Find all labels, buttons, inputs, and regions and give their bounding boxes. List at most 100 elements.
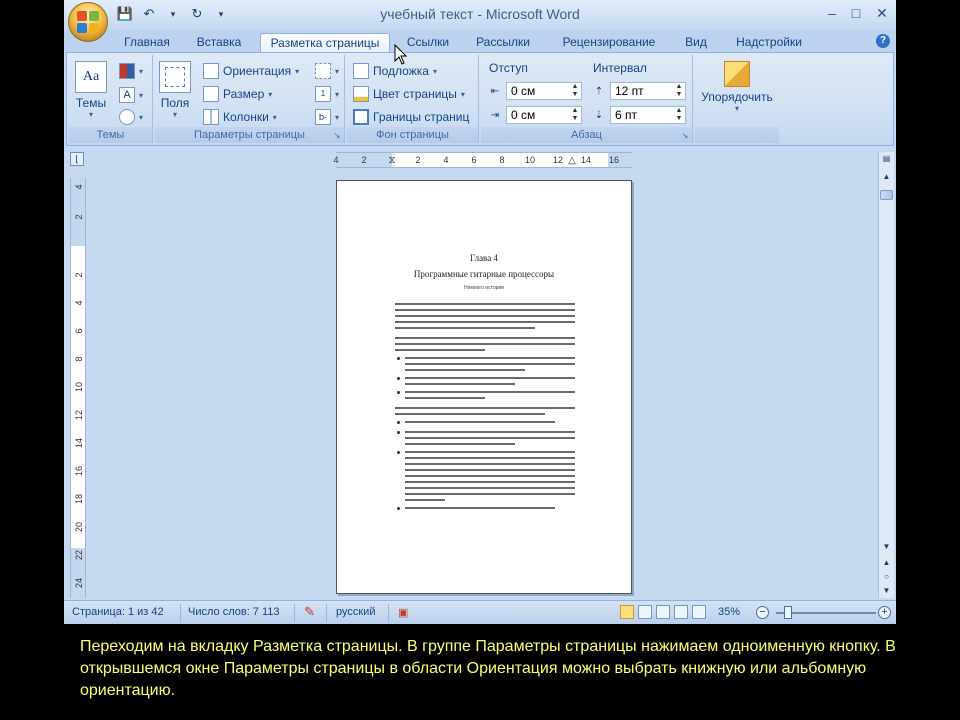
- ruler-tick: 14: [580, 155, 592, 165]
- spinner-arrows-icon[interactable]: ▲ ▼: [570, 83, 580, 99]
- ruler-tick: 18: [74, 494, 84, 505]
- size-button[interactable]: Размер ▾: [203, 84, 272, 104]
- tab-addins[interactable]: Надстройки: [728, 33, 810, 52]
- title-bar: 💾 ↶ ▾ ↻ ▾ учебный текст - Microsoft Word…: [64, 0, 896, 30]
- maximize-button[interactable]: □: [844, 4, 868, 22]
- macro-record-icon[interactable]: ▣: [398, 606, 408, 619]
- ruler-tick: 12: [74, 410, 84, 421]
- breaks-button[interactable]: ▾: [315, 61, 339, 81]
- tab-review[interactable]: Рецензирование: [550, 33, 668, 52]
- spacing-label: Интервал: [593, 61, 647, 75]
- themes-button[interactable]: Aa Темы ▾: [75, 61, 107, 119]
- ruler-tick: 2: [415, 155, 421, 165]
- zoom-slider-thumb[interactable]: [784, 606, 792, 619]
- spinner-arrows-icon[interactable]: ▲ ▼: [570, 107, 580, 123]
- ruler-tick: 4: [74, 184, 84, 190]
- margins-button-label: Поля: [160, 96, 190, 110]
- tab-page-layout[interactable]: Разметка страницы: [260, 33, 390, 52]
- chevron-down-icon: ▾: [268, 89, 273, 99]
- page-setup-dialog-launcher[interactable]: ↘: [332, 131, 342, 141]
- tab-references[interactable]: Ссылки: [400, 33, 456, 52]
- indent-marker-icon[interactable]: ⧖: [388, 155, 395, 166]
- hyphenation-button[interactable]: b- ▾: [315, 107, 339, 127]
- web-layout-view-icon[interactable]: [656, 605, 670, 619]
- zoom-level[interactable]: 35%: [718, 606, 740, 618]
- arrange-button[interactable]: Упорядочить ▾: [699, 61, 775, 113]
- tab-insert[interactable]: Вставка: [188, 33, 250, 52]
- text-line: [405, 457, 575, 459]
- right-indent-marker-icon[interactable]: △: [568, 155, 576, 166]
- tab-mailings[interactable]: Рассылки: [468, 33, 538, 52]
- tab-view[interactable]: Вид: [678, 33, 714, 52]
- list-bullet: [397, 357, 400, 360]
- horizontal-ruler[interactable]: 4 2 ⧖ 2 4 6 8 10 12 △ 14 16: [333, 152, 632, 168]
- print-layout-view-icon[interactable]: [620, 605, 634, 619]
- help-icon[interactable]: ?: [876, 34, 890, 48]
- office-button[interactable]: [68, 2, 108, 42]
- previous-page-icon[interactable]: ▲: [879, 556, 894, 570]
- spacing-before-icon: ⇡: [594, 85, 604, 97]
- ruler-tick: 10: [74, 382, 84, 393]
- scrollbar-thumb[interactable]: [880, 190, 893, 200]
- spinner-arrows-icon[interactable]: ▲ ▼: [674, 83, 684, 99]
- text-line: [405, 377, 575, 379]
- columns-button[interactable]: Колонки ▾: [203, 107, 277, 127]
- text-line: [395, 303, 575, 305]
- chevron-down-icon: ▾: [460, 89, 465, 99]
- page-background-group: Подложка ▾ Цвет страницы ▾ Границы стран…: [347, 55, 479, 143]
- theme-effects-icon: [119, 109, 135, 125]
- tutorial-caption: Переходим на вкладку Разметка страницы. …: [80, 638, 896, 699]
- full-screen-reading-view-icon[interactable]: [638, 605, 652, 619]
- columns-label: Колонки: [223, 110, 269, 124]
- outline-view-icon[interactable]: [674, 605, 688, 619]
- indent-label: Отступ: [489, 61, 528, 75]
- ruler-tick: 20: [74, 522, 84, 533]
- theme-colors-button[interactable]: ▾: [119, 61, 143, 81]
- next-page-icon[interactable]: ▼: [879, 584, 894, 598]
- language-indicator[interactable]: русский: [336, 606, 375, 618]
- chapter-title: Глава 4: [470, 253, 498, 263]
- paragraph-dialog-launcher[interactable]: ↘: [680, 131, 690, 141]
- document-page[interactable]: Глава 4 Программные гитарные процессоры …: [336, 180, 632, 594]
- scroll-down-icon[interactable]: ▼: [879, 540, 894, 554]
- page-size-icon: [203, 86, 219, 102]
- indent-left-input[interactable]: 0 см ▲ ▼: [506, 82, 582, 100]
- page-color-button[interactable]: Цвет страницы ▾: [353, 84, 465, 104]
- theme-fonts-button[interactable]: A ▾: [119, 85, 143, 105]
- text-line: [405, 383, 515, 385]
- ruler-tick: 6: [74, 328, 84, 334]
- line-numbers-button[interactable]: 1 ▾: [315, 84, 339, 104]
- ruler-tick: 16: [608, 155, 620, 165]
- chevron-down-icon: ▾: [734, 104, 739, 113]
- tab-selector[interactable]: ⌊: [70, 152, 84, 166]
- theme-effects-button[interactable]: ▾: [119, 107, 143, 127]
- zoom-out-button[interactable]: −: [756, 606, 769, 619]
- spinner-arrows-icon[interactable]: ▲ ▼: [674, 107, 684, 123]
- ruler-tick: 6: [471, 155, 477, 165]
- zoom-in-button[interactable]: +: [878, 606, 891, 619]
- page-borders-button[interactable]: Границы страниц: [353, 107, 469, 127]
- page-counter[interactable]: Страница: 1 из 42: [72, 606, 164, 618]
- margins-button[interactable]: Поля ▾: [159, 61, 191, 119]
- scroll-up-icon[interactable]: ▲: [879, 170, 894, 184]
- spelling-check-icon[interactable]: ✎: [304, 604, 315, 620]
- orientation-button[interactable]: Ориентация ▾: [203, 61, 299, 81]
- spacing-after-input[interactable]: 6 пт ▲ ▼: [610, 106, 686, 124]
- text-line: [405, 363, 575, 365]
- spacing-before-input[interactable]: 12 пт ▲ ▼: [610, 82, 686, 100]
- vertical-scrollbar[interactable]: ▤ ▲ ▼ ▲ ○ ▼: [878, 152, 894, 598]
- text-line: [395, 315, 575, 317]
- spacing-after-value: 6 пт: [615, 108, 638, 122]
- text-line: [405, 475, 575, 477]
- draft-view-icon[interactable]: [692, 605, 706, 619]
- tab-home[interactable]: Главная: [114, 33, 180, 52]
- view-ruler-icon[interactable]: ▤: [879, 152, 894, 166]
- watermark-label: Подложка: [373, 64, 429, 78]
- vertical-ruler[interactable]: 4 2 2 4 6 8 10 12 14 16 18 20 22 24: [70, 178, 86, 598]
- minimize-button[interactable]: –: [820, 4, 844, 22]
- select-browse-object-icon[interactable]: ○: [879, 570, 894, 584]
- word-count[interactable]: Число слов: 7 113: [188, 606, 280, 618]
- spacing-before-value: 12 пт: [615, 84, 644, 98]
- indent-right-input[interactable]: 0 см ▲ ▼: [506, 106, 582, 124]
- close-button[interactable]: ✕: [870, 4, 894, 22]
